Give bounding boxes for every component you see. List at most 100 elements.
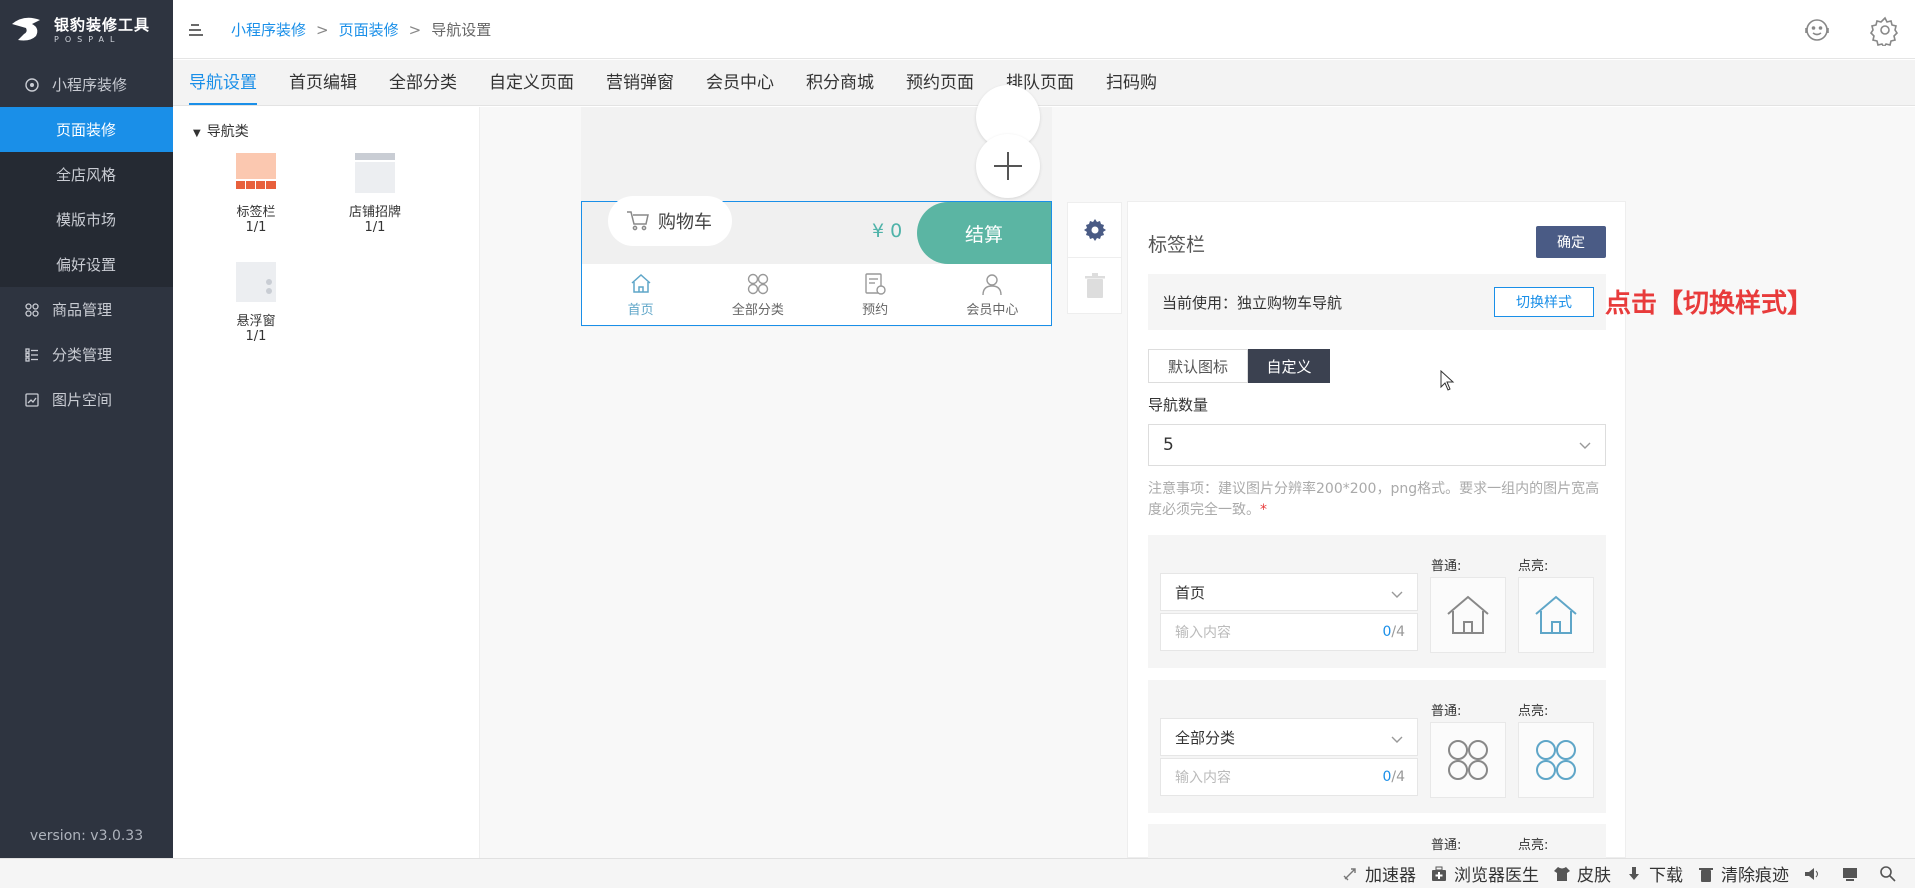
tabbar-item-home[interactable]: 首页 bbox=[582, 264, 699, 325]
tab-home-edit[interactable]: 首页编辑 bbox=[273, 60, 373, 106]
caret-down-icon: ▼ bbox=[193, 128, 201, 139]
delete-tool-button[interactable] bbox=[1068, 258, 1121, 313]
highlight-icon-caption: 点亮: bbox=[1518, 559, 1549, 574]
sidebar-item-preferences[interactable]: 偏好设置 bbox=[0, 242, 173, 287]
tab-booking-page[interactable]: 预约页面 bbox=[890, 60, 990, 106]
component-name: 标签栏 bbox=[236, 205, 276, 220]
clear-traces-button[interactable]: 清除痕迹 bbox=[1697, 861, 1789, 886]
sidebar-item-template-market[interactable]: 模版市场 bbox=[0, 197, 173, 242]
default-icon-option[interactable]: 默认图标 bbox=[1148, 349, 1248, 383]
float-window-component-icon bbox=[236, 262, 276, 302]
normal-icon-caption: 普通: bbox=[1431, 559, 1462, 574]
grid-icon bbox=[24, 302, 40, 318]
component-tools bbox=[1067, 202, 1122, 314]
normal-icon-upload[interactable] bbox=[1430, 722, 1506, 798]
nav-page-select[interactable]: 首页 bbox=[1160, 573, 1418, 611]
customer-service-icon[interactable] bbox=[1801, 14, 1833, 46]
home-icon bbox=[631, 273, 651, 293]
booking-icon bbox=[865, 272, 886, 295]
rocket-icon bbox=[1343, 867, 1356, 880]
cart-button[interactable]: 购物车 bbox=[608, 196, 732, 246]
gear-icon[interactable] bbox=[1869, 14, 1901, 46]
version-label: version: v3.0.33 bbox=[29, 828, 144, 844]
tab-custom-page[interactable]: 自定义页面 bbox=[473, 60, 590, 106]
highlight-icon-upload[interactable] bbox=[1518, 722, 1594, 798]
zoom-button[interactable] bbox=[1879, 865, 1903, 883]
tab-scan-buy[interactable]: 扫码购 bbox=[1090, 60, 1173, 106]
nav-name-input[interactable]: 输入内容 0/4 bbox=[1160, 758, 1418, 796]
tabbar-component-icon bbox=[236, 153, 276, 189]
settings-panel: 标签栏 确定 当前使用：独立购物车导航 切换样式 默认图标 自定义 导航数量 5… bbox=[1127, 201, 1626, 864]
sidebar-item-page-decor[interactable]: 页面装修 bbox=[0, 107, 173, 152]
sidebar-item-products[interactable]: 商品管理 bbox=[0, 287, 173, 332]
statusbar-label: 加速器 bbox=[1365, 866, 1416, 886]
medkit-icon bbox=[1432, 866, 1446, 881]
cart-bar: 购物车 ¥ 0 结算 bbox=[582, 196, 1051, 264]
tab-all-categories[interactable]: 全部分类 bbox=[373, 60, 473, 106]
menu-toggle-icon[interactable] bbox=[187, 20, 205, 38]
custom-icon-option[interactable]: 自定义 bbox=[1248, 349, 1330, 383]
nav-count-label: 导航数量 bbox=[1148, 396, 1209, 414]
component-store-sign[interactable]: 店铺招牌 1/1 bbox=[330, 153, 420, 235]
nav-name-placeholder: 输入内容 bbox=[1175, 625, 1231, 641]
settings-tool-button[interactable] bbox=[1068, 203, 1121, 258]
normal-icon-caption: 普通: bbox=[1431, 704, 1462, 719]
statusbar-label: 清除痕迹 bbox=[1721, 866, 1789, 886]
tab-points-mall[interactable]: 积分商城 bbox=[790, 60, 890, 106]
nav-page-select[interactable]: 全部分类 bbox=[1160, 718, 1418, 756]
tabbar-label: 首页 bbox=[627, 302, 654, 318]
accelerator-button[interactable]: 加速器 bbox=[1341, 861, 1416, 886]
tabbar-item-member[interactable]: 会员中心 bbox=[934, 264, 1051, 325]
sidebar-item-categories[interactable]: 分类管理 bbox=[0, 332, 173, 377]
image-note: 注意事项：建议图片分辨率200*200，png格式。要求一组内的图片宽高度必须完… bbox=[1148, 479, 1606, 521]
topbar: 小程序装修 > 页面装修 > 导航设置 bbox=[173, 0, 1915, 59]
sidebar-item-images[interactable]: 图片空间 bbox=[0, 377, 173, 422]
sidebar-item-label: 模版市场 bbox=[56, 211, 117, 229]
highlight-icon-upload[interactable] bbox=[1518, 577, 1594, 653]
sidebar-submenu: 页面装修 全店风格 模版市场 偏好设置 bbox=[0, 107, 173, 287]
confirm-button[interactable]: 确定 bbox=[1536, 226, 1606, 258]
add-float-button[interactable] bbox=[976, 134, 1040, 198]
component-name: 悬浮窗 bbox=[236, 314, 276, 329]
char-counter: 0/4 bbox=[1382, 624, 1405, 640]
plus-icon bbox=[994, 152, 1022, 180]
circle-icon bbox=[24, 77, 40, 93]
tabbar-item-booking[interactable]: 预约 bbox=[817, 264, 934, 325]
breadcrumb-page-decor[interactable]: 页面装修 bbox=[339, 21, 399, 39]
sidebar-item-label: 小程序装修 bbox=[52, 76, 128, 94]
normal-icon-upload[interactable] bbox=[1430, 577, 1506, 653]
chevron-down-icon bbox=[1579, 442, 1591, 449]
tab-nav-settings[interactable]: 导航设置 bbox=[173, 60, 273, 106]
tab-member-center[interactable]: 会员中心 bbox=[690, 60, 790, 106]
component-group[interactable]: ▼ 导航类 bbox=[193, 121, 249, 141]
char-counter: 0/4 bbox=[1382, 769, 1405, 785]
switch-style-button[interactable]: 切换样式 bbox=[1494, 287, 1594, 317]
download-button[interactable]: 下载 bbox=[1625, 861, 1683, 886]
logo-title: 银豹装修工具 bbox=[54, 16, 151, 34]
tabbar-item-categories[interactable]: 全部分类 bbox=[699, 264, 816, 325]
volume-button[interactable] bbox=[1803, 865, 1827, 883]
component-tabbar[interactable]: 标签栏 1/1 bbox=[211, 153, 301, 235]
tabbar-preview[interactable]: 购物车 ¥ 0 结算 首页 全部分类 预约 会员中心 bbox=[581, 196, 1052, 326]
sidebar-item-store-style[interactable]: 全店风格 bbox=[0, 152, 173, 197]
normal-icon-caption: 普通: bbox=[1431, 838, 1462, 853]
skin-button[interactable]: 皮肤 bbox=[1553, 861, 1611, 886]
categories-icon bbox=[1536, 740, 1576, 780]
component-group-label: 导航类 bbox=[206, 124, 249, 140]
trash-icon bbox=[1699, 867, 1713, 882]
screen-button[interactable] bbox=[1841, 865, 1865, 883]
shirt-icon bbox=[1554, 866, 1570, 881]
settle-button[interactable]: 结算 bbox=[917, 202, 1051, 264]
component-count: 1/1 bbox=[364, 220, 386, 235]
sidebar-item-miniprogram[interactable]: 小程序装修 bbox=[0, 62, 173, 107]
sidebar-item-label: 商品管理 bbox=[52, 301, 113, 319]
nav-item-card: 首页 输入内容 0/4 普通: 点亮: bbox=[1148, 535, 1606, 668]
nav-count-select[interactable]: 5 bbox=[1148, 424, 1606, 466]
tab-marketing-popup[interactable]: 营销弹窗 bbox=[590, 60, 690, 106]
browser-doctor-button[interactable]: 浏览器医生 bbox=[1430, 861, 1539, 886]
nav-name-input[interactable]: 输入内容 0/4 bbox=[1160, 613, 1418, 651]
monitor-icon bbox=[1843, 867, 1857, 881]
icon-mode-toggle: 默认图标 自定义 bbox=[1148, 349, 1330, 383]
breadcrumb-miniprogram[interactable]: 小程序装修 bbox=[231, 21, 306, 39]
component-float-window[interactable]: 悬浮窗 1/1 bbox=[211, 262, 301, 344]
